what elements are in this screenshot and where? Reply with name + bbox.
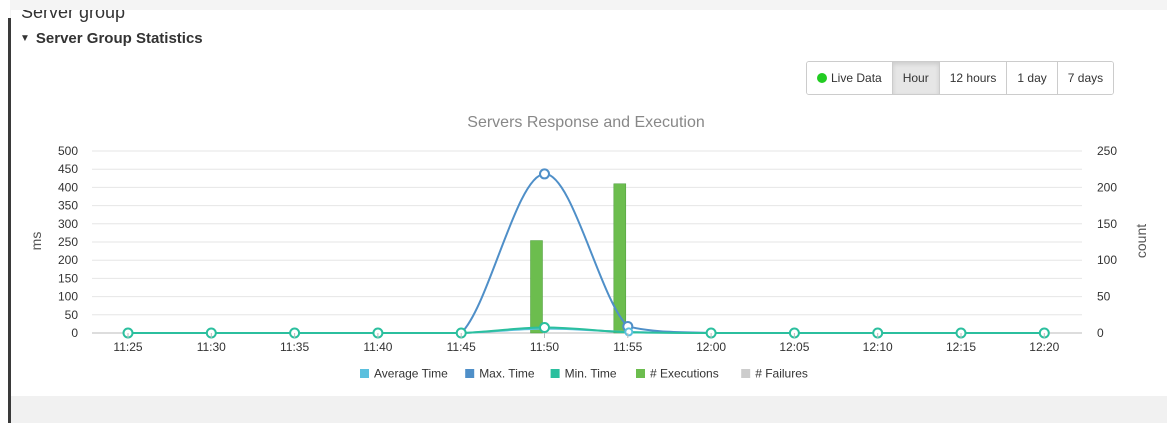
y2-tick-label: 150	[1097, 217, 1117, 231]
point-marker	[624, 327, 634, 337]
x-tick-label: 11:25	[113, 340, 142, 354]
line-max-time	[127, 172, 1045, 335]
y-tick-label: 500	[58, 144, 78, 158]
line-min-time	[127, 326, 1045, 335]
y2-tick-label: 200	[1097, 180, 1117, 194]
x-tick-label: 12:00	[696, 340, 726, 354]
x-tick-label: 11:45	[447, 340, 476, 354]
y2-axis-label: count	[1133, 224, 1149, 258]
legend-label-min-time: Min. Time	[565, 367, 617, 381]
legend-swatch-average-time	[360, 369, 369, 378]
legend-swatch-failures	[741, 369, 751, 378]
x-tick-label: 11:55	[613, 340, 642, 354]
x-tick-label: 11:40	[363, 340, 392, 354]
x-tick-label: 12:20	[1029, 340, 1059, 354]
y-tick-label: 300	[58, 217, 78, 231]
chart-title: Servers Response and Execution	[467, 114, 704, 131]
response-execution-chart: Servers Response and Execution ms count …	[28, 114, 1149, 381]
y-tick-label: 150	[58, 271, 78, 285]
y2-tick-label: 100	[1097, 253, 1117, 267]
y2-tick-label: 0	[1097, 326, 1104, 340]
legend-label-failures: # Failures	[755, 367, 808, 381]
panel-footer	[11, 396, 1167, 423]
bar--executions	[530, 240, 543, 334]
point-marker	[539, 168, 550, 180]
x-tick-label: 12:15	[946, 340, 976, 354]
legend-swatch-min-time	[550, 369, 560, 378]
legend-swatch-executions	[636, 369, 645, 378]
y-tick-label: 400	[58, 180, 78, 194]
y-tick-label: 200	[58, 253, 78, 267]
x-tick-label: 12:05	[779, 340, 809, 354]
y2-tick-label: 250	[1097, 144, 1117, 158]
x-tick-label: 11:50	[530, 340, 559, 354]
x-tick-label: 12:10	[863, 340, 893, 354]
y2-tick-label: 50	[1097, 290, 1111, 304]
legend-label-executions: # Executions	[650, 367, 719, 381]
x-tick-label: 11:35	[280, 340, 309, 354]
y-tick-label: 450	[58, 162, 78, 176]
legend-swatch-max-time	[465, 369, 475, 378]
y-tick-label: 100	[58, 290, 78, 304]
point-marker	[539, 322, 550, 334]
y-tick-label: 0	[71, 326, 78, 340]
y-axis-label: ms	[28, 232, 44, 251]
legend-label-average-time: Average Time	[374, 367, 448, 381]
y-tick-label: 50	[65, 308, 79, 322]
legend-label-max-time: Max. Time	[479, 367, 535, 381]
y-tick-label: 250	[58, 235, 78, 249]
y-tick-label: 350	[58, 199, 78, 213]
x-tick-label: 11:30	[197, 340, 226, 354]
